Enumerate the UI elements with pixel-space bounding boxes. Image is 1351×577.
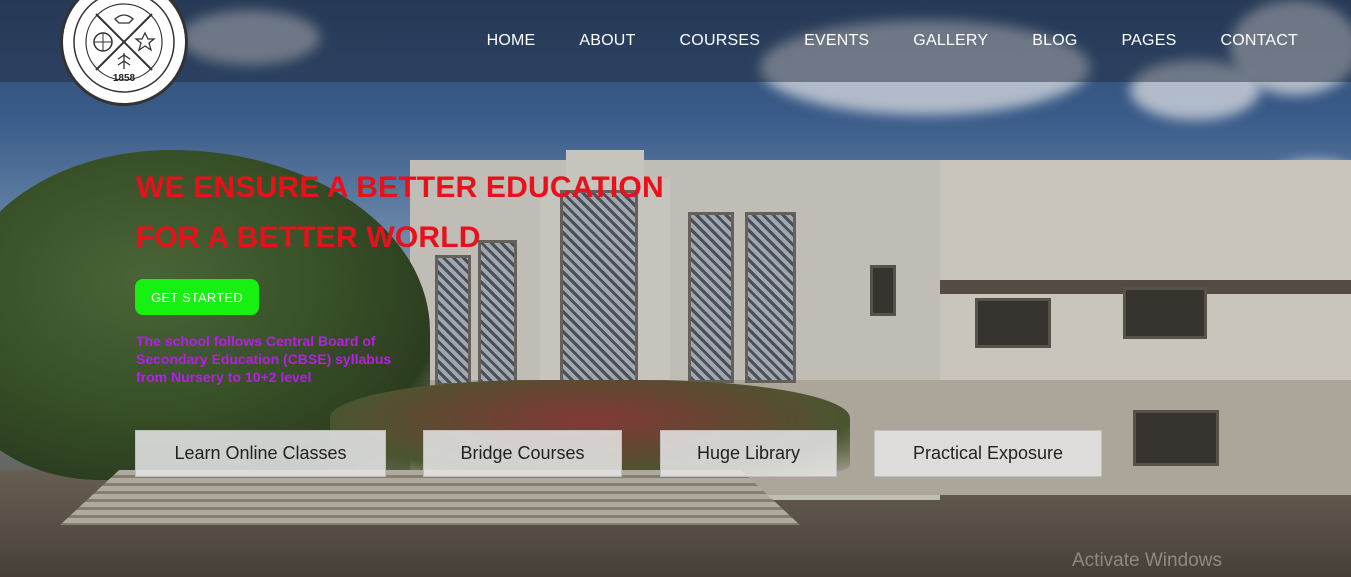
nav-gallery[interactable]: GALLERY bbox=[913, 32, 988, 50]
hero-description: The school follows Central Board of Seco… bbox=[136, 333, 392, 385]
nav-home[interactable]: HOME bbox=[487, 32, 536, 50]
school-logo[interactable]: 1858 bbox=[60, 0, 188, 106]
feature-bridge-courses[interactable]: Bridge Courses bbox=[423, 430, 622, 477]
activate-windows-watermark: Activate Windows bbox=[1072, 550, 1222, 571]
nav-courses[interactable]: COURSES bbox=[680, 32, 761, 50]
nav-blog[interactable]: BLOG bbox=[1032, 32, 1077, 50]
hero-headline: WE ENSURE A BETTER EDUCATION FOR A BETTE… bbox=[136, 163, 736, 263]
main-nav: HOME ABOUT COURSES EVENTS GALLERY BLOG P… bbox=[443, 32, 1298, 50]
crest-icon bbox=[73, 0, 175, 93]
get-started-button[interactable]: GET STARTED bbox=[135, 279, 259, 315]
nav-pages[interactable]: PAGES bbox=[1122, 32, 1177, 50]
nav-about[interactable]: ABOUT bbox=[579, 32, 635, 50]
logo-year: 1858 bbox=[112, 73, 136, 84]
hero-headline-line1: WE ENSURE A BETTER EDUCATION bbox=[136, 171, 664, 204]
hero-headline-line2: FOR A BETTER WORLD bbox=[136, 221, 481, 254]
nav-events[interactable]: EVENTS bbox=[804, 32, 869, 50]
feature-huge-library[interactable]: Huge Library bbox=[660, 430, 837, 477]
feature-online-classes[interactable]: Learn Online Classes bbox=[135, 430, 386, 477]
top-navbar: 1858 HOME ABOUT COURSES EVENTS GALLERY B… bbox=[0, 0, 1351, 106]
feature-practical-exposure[interactable]: Practical Exposure bbox=[874, 430, 1102, 477]
nav-contact[interactable]: CONTACT bbox=[1220, 32, 1298, 50]
